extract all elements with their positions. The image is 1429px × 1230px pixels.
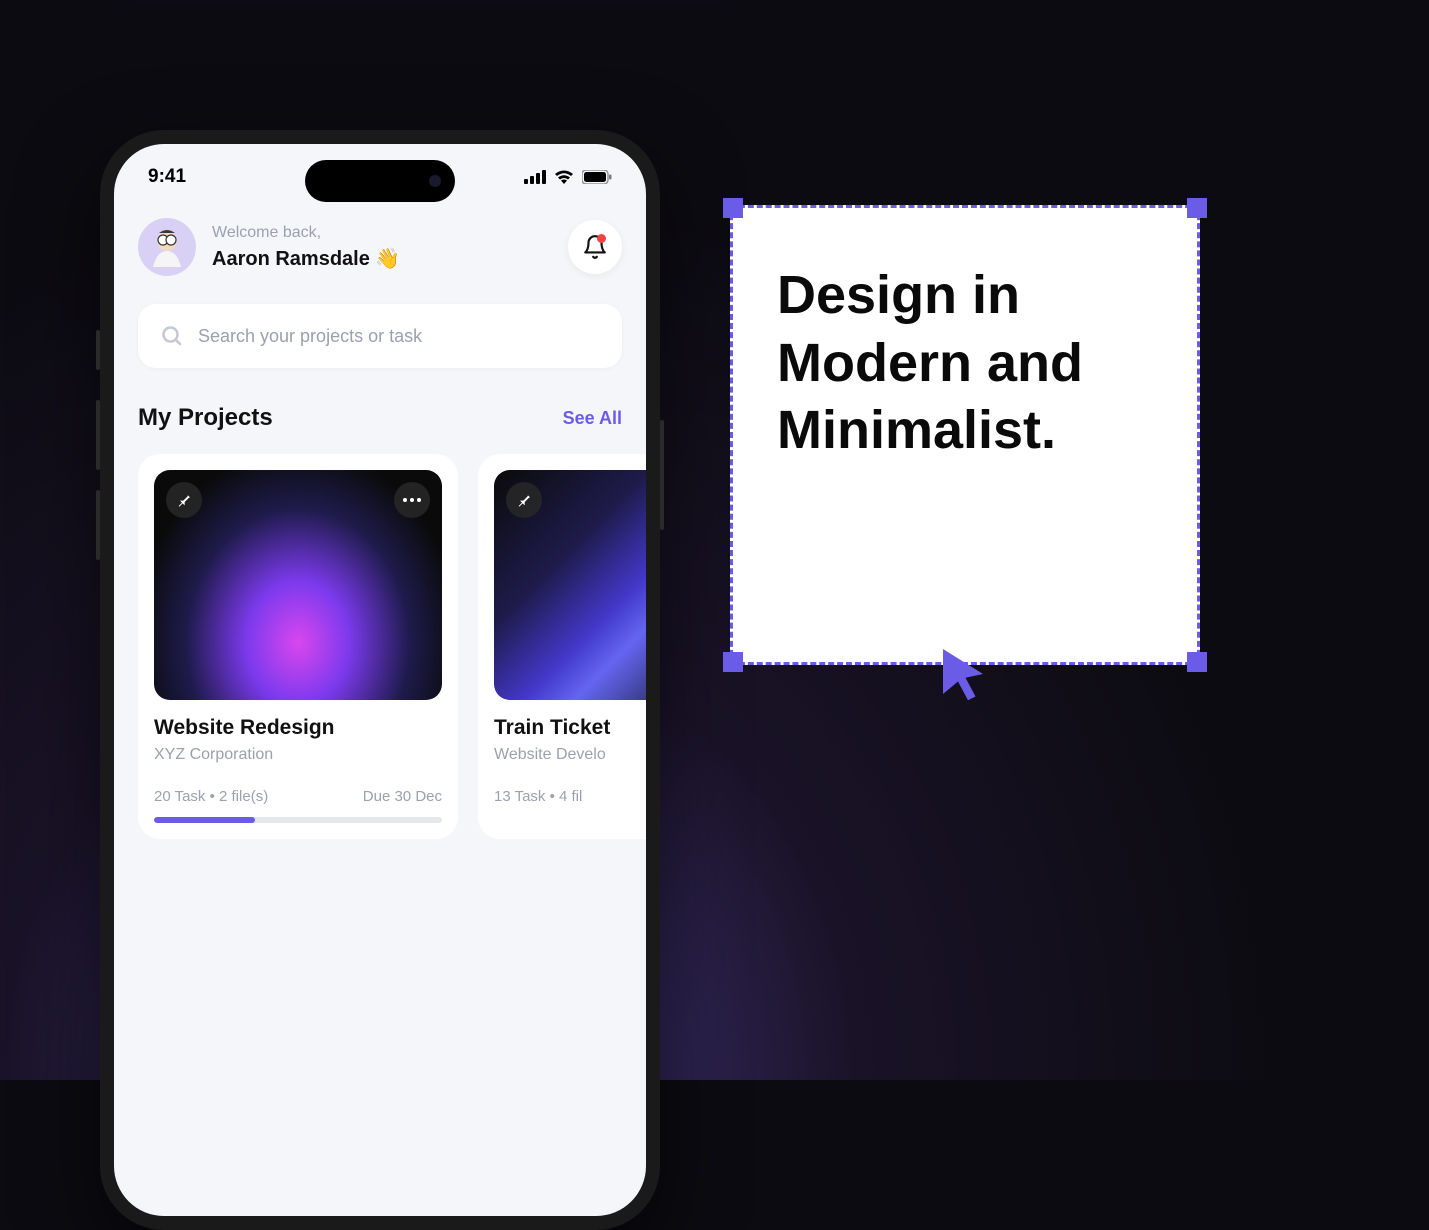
project-tasks: 13 Task • 4 fil — [494, 788, 582, 805]
more-icon — [403, 498, 421, 502]
pin-icon — [176, 492, 192, 508]
resize-handle-tr[interactable] — [1187, 198, 1207, 218]
welcome-text: Welcome back, Aaron Ramsdale 👋 — [212, 224, 552, 271]
phone-notch — [305, 160, 455, 202]
project-title: Website Redesign — [154, 716, 442, 740]
resize-handle-br[interactable] — [1187, 652, 1207, 672]
search-input[interactable]: Search your projects or task — [138, 304, 622, 368]
promo-text: Design in Modern and Minimalist. — [733, 208, 1197, 519]
more-button[interactable] — [394, 482, 430, 518]
battery-icon — [582, 170, 612, 184]
project-thumbnail — [494, 470, 646, 700]
pin-button[interactable] — [166, 482, 202, 518]
cellular-icon — [524, 170, 546, 184]
search-placeholder: Search your projects or task — [198, 326, 422, 347]
pin-button[interactable] — [506, 482, 542, 518]
resize-handle-bl[interactable] — [723, 652, 743, 672]
user-name: Aaron Ramsdale 👋 — [212, 246, 552, 271]
project-client: XYZ Corporation — [154, 746, 442, 764]
see-all-link[interactable]: See All — [563, 408, 622, 429]
pin-icon — [516, 492, 532, 508]
project-due: Due 30 Dec — [363, 788, 442, 805]
phone-power-button — [660, 420, 664, 530]
project-card[interactable]: Train Ticket Website Develo 13 Task • 4 … — [478, 454, 646, 839]
cursor-icon — [933, 644, 993, 704]
phone-screen: 9:41 Welcome back, Aaron Ramsdale 👋 — [114, 144, 646, 1216]
design-selection-frame[interactable]: Design in Modern and Minimalist. — [730, 205, 1200, 665]
projects-title: My Projects — [138, 404, 273, 432]
project-title: Train Ticket — [494, 716, 646, 740]
project-meta: 20 Task • 2 file(s) Due 30 Dec — [154, 788, 442, 805]
progress-fill — [154, 817, 255, 823]
search-icon — [160, 324, 184, 348]
project-meta: 13 Task • 4 fil — [494, 788, 646, 805]
avatar[interactable] — [138, 218, 196, 276]
notification-dot — [597, 234, 606, 243]
project-card[interactable]: Website Redesign XYZ Corporation 20 Task… — [138, 454, 458, 839]
wifi-icon — [554, 170, 574, 185]
app-header: Welcome back, Aaron Ramsdale 👋 — [138, 218, 622, 276]
phone-volume-up — [96, 400, 100, 470]
phone-side-button — [96, 330, 100, 370]
project-tasks: 20 Task • 2 file(s) — [154, 788, 268, 805]
project-client: Website Develo — [494, 746, 646, 764]
phone-volume-down — [96, 490, 100, 560]
notifications-button[interactable] — [568, 220, 622, 274]
welcome-label: Welcome back, — [212, 224, 552, 242]
phone-mockup: 9:41 Welcome back, Aaron Ramsdale 👋 — [100, 130, 660, 1230]
resize-handle-tl[interactable] — [723, 198, 743, 218]
status-time: 9:41 — [148, 166, 186, 188]
status-icons — [524, 170, 612, 185]
projects-header: My Projects See All — [138, 404, 622, 432]
project-thumbnail — [154, 470, 442, 700]
project-cards: Website Redesign XYZ Corporation 20 Task… — [138, 454, 622, 839]
project-progress — [154, 817, 442, 823]
